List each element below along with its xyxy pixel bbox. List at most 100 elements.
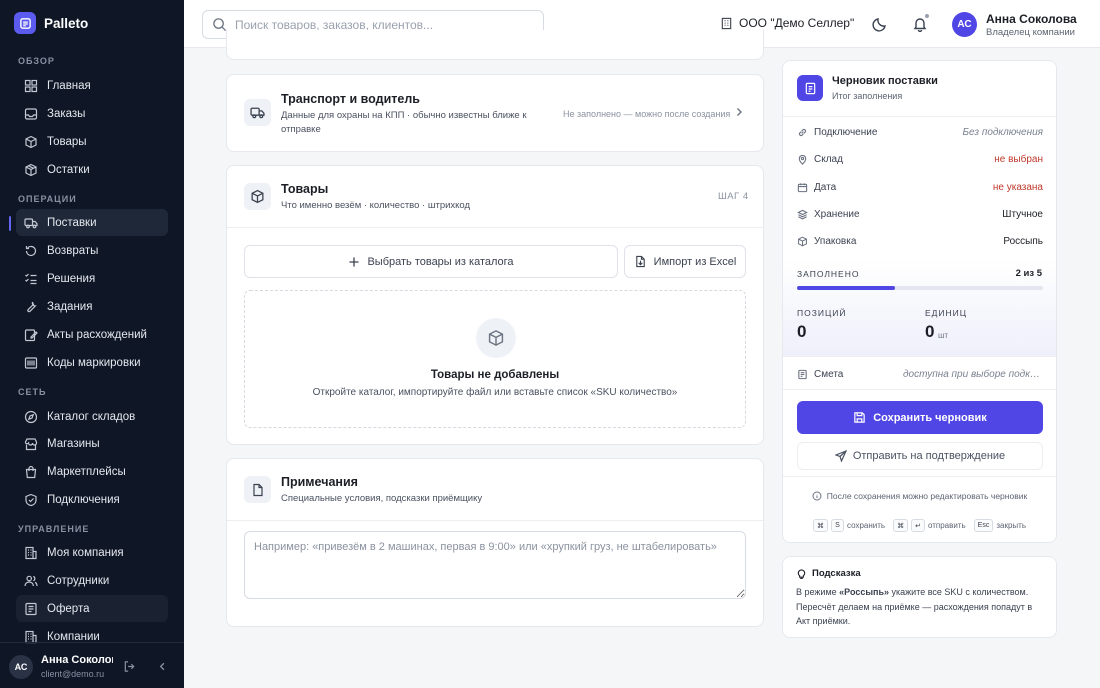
list-check-icon: [24, 272, 38, 286]
progress-label: ЗАПОЛНЕНО: [797, 269, 860, 279]
key: Esc: [973, 519, 994, 532]
info-icon: [812, 491, 822, 501]
sidebar-item-employees[interactable]: Сотрудники: [16, 567, 168, 594]
logout-icon[interactable]: [123, 660, 136, 673]
sidebar-item-label: Заказы: [47, 107, 86, 120]
package-icon: [797, 236, 808, 247]
sidebar-item-stores[interactable]: Магазины: [16, 430, 168, 457]
store-icon: [24, 437, 38, 451]
shortcut-send: ⌘ ↵ отправить: [893, 519, 966, 532]
sidebar-item-returns[interactable]: Возвраты: [16, 237, 168, 264]
brand[interactable]: Palleto: [14, 12, 88, 34]
theme-toggle-moon-icon[interactable]: [872, 16, 888, 32]
progress-text: 2 из 5: [1015, 268, 1042, 279]
user-name: Анна Соколова: [986, 12, 1077, 26]
row-value: Штучное: [1002, 208, 1043, 220]
section-title-overview: ОБЗОР: [18, 56, 55, 66]
sidebar-item-label: Оферта: [47, 602, 90, 615]
sidebar-item-stock[interactable]: Остатки: [16, 156, 168, 183]
shortcut-save: ⌘ Sсохранить: [813, 519, 885, 532]
positions-value: 0: [797, 322, 807, 341]
row-value: доступна при выборе подключения: [903, 368, 1043, 380]
units-value: 0: [925, 322, 935, 341]
empty-goods-text: Откройте каталог, импортируйте файл или …: [312, 387, 678, 398]
document-icon: [24, 602, 38, 616]
sidebar-item-products[interactable]: Товары: [16, 128, 168, 155]
sidebar-item-connections[interactable]: Подключения: [16, 486, 168, 513]
progress-track: [797, 286, 1043, 290]
hint-title: Подсказка: [812, 568, 861, 579]
notes-title: Примечания: [281, 475, 358, 489]
users-icon: [24, 574, 38, 588]
sidebar-item-marking-codes[interactable]: Коды маркировки: [16, 349, 168, 376]
sidebar-item-label: Главная: [47, 79, 91, 92]
sidebar-item-my-company[interactable]: Моя компания: [16, 539, 168, 566]
notes-subtitle: Специальные условия, подсказки приёмщику: [281, 493, 483, 504]
collapse-sidebar-icon[interactable]: [156, 660, 169, 673]
lightbulb-icon: [796, 568, 807, 579]
transport-subtitle: Данные для охраны на КПП · обычно извест…: [281, 110, 527, 135]
file-import-icon: [634, 255, 647, 268]
send-for-approval-label: Отправить на подтверждение: [852, 450, 1006, 462]
hint-text: В режиме «Россыпь» укажите все SKU с кол…: [796, 585, 1048, 629]
save-icon: [853, 411, 866, 424]
document-icon: [797, 369, 808, 380]
edit-icon: [24, 328, 38, 342]
wrench-icon: [24, 300, 38, 314]
sidebar-item-label: Решения: [47, 272, 96, 285]
sidebar-item-warehouse-catalog[interactable]: Каталог складов: [16, 403, 168, 430]
summary-row-packaging: Упаковка Россыпь: [797, 233, 1043, 249]
chevron-right-icon[interactable]: [733, 106, 745, 118]
send-for-approval-button[interactable]: Отправить на подтверждение: [797, 442, 1043, 470]
sidebar-item-label: Коды маркировки: [47, 356, 141, 369]
search-icon: [212, 17, 227, 32]
import-excel-button[interactable]: Импорт из Excel: [624, 245, 746, 278]
hint-text-bold: «Россыпь»: [839, 587, 889, 597]
sidebar-item-home[interactable]: Главная: [16, 72, 168, 99]
sidebar-item-offer[interactable]: Оферта: [16, 595, 168, 622]
sidebar-item-tasks[interactable]: Задания: [16, 293, 168, 320]
sidebar-item-label: Возвраты: [47, 244, 99, 257]
sidebar-item-marketplaces[interactable]: Маркетплейсы: [16, 458, 168, 485]
sidebar-item-decisions[interactable]: Решения: [16, 265, 168, 292]
inbox-icon: [24, 107, 38, 121]
select-from-catalog-button[interactable]: Выбрать товары из каталога: [244, 245, 618, 278]
sidebar-item-supplies[interactable]: Поставки: [16, 209, 168, 236]
transport-card[interactable]: Транспорт и водитель Данные для охраны н…: [226, 74, 764, 152]
positions-label: ПОЗИЦИЙ: [797, 308, 847, 318]
avatar[interactable]: АС: [9, 655, 33, 679]
hint-card: Подсказка В режиме «Россыпь» укажите все…: [782, 556, 1057, 638]
sidebar-item-label: Сотрудники: [47, 574, 110, 587]
sidebar-item-acts[interactable]: Акты расхождений: [16, 321, 168, 348]
goods-title: Товары: [281, 182, 329, 196]
section-title-operations: ОПЕРАЦИИ: [18, 194, 77, 204]
import-excel-label: Импорт из Excel: [653, 255, 737, 268]
step-label: ШАГ 4: [718, 191, 749, 202]
active-indicator: [9, 216, 11, 231]
section-title-management: УПРАВЛЕНИЕ: [18, 524, 90, 534]
row-value: не выбран: [994, 153, 1043, 165]
divider: [783, 389, 1056, 390]
sidebar-item-label: Моя компания: [47, 546, 124, 559]
org-switcher[interactable]: ООО "Демо Селлер": [720, 16, 854, 30]
units-suffix: шт: [938, 331, 949, 340]
summary-row-estimate: Смета доступна при выборе подключения: [797, 366, 1043, 382]
user-avatar[interactable]: АС: [952, 12, 977, 37]
key: ⌘: [893, 519, 909, 532]
sidebar-item-label: Магазины: [47, 437, 100, 450]
save-draft-button[interactable]: Сохранить черновик: [797, 401, 1043, 434]
section-title-network: СЕТЬ: [18, 387, 47, 397]
sidebar-item-label: Остатки: [47, 163, 90, 176]
goods-subtitle: Что именно везём · количество · штрихкод: [281, 200, 471, 211]
org-name: ООО "Демо Селлер": [739, 16, 855, 30]
hint-header: Подсказка: [796, 568, 861, 579]
keyboard-shortcuts: ⌘ Sсохранить ⌘ ↵ отправить Esc закрыть: [783, 519, 1056, 532]
draft-subtitle: Итог заполнения: [832, 91, 903, 101]
notes-textarea[interactable]: [244, 531, 746, 599]
building-icon: [24, 546, 38, 560]
sidebar-item-orders[interactable]: Заказы: [16, 100, 168, 127]
summary-row-warehouse: Склад не выбран: [797, 151, 1043, 167]
sidebar-item-label: Подключения: [47, 493, 120, 506]
previous-section-card: [226, 30, 764, 60]
sidebar-item-label: Акты расхождений: [47, 328, 147, 341]
